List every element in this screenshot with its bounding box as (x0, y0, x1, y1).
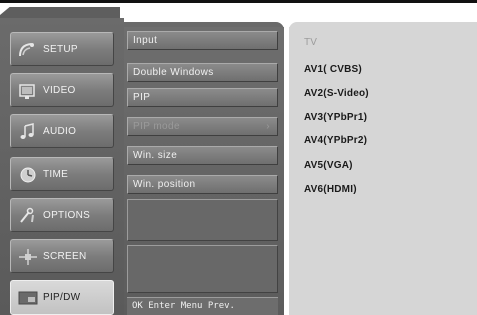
menu-item-label: Double Windows (133, 67, 214, 78)
tab-screen[interactable]: SCREEN (10, 239, 114, 273)
option-av1[interactable]: AV1( CVBS) (304, 64, 362, 75)
tab-label: VIDEO (43, 85, 76, 96)
menu-item-double-windows[interactable]: Double Windows (127, 63, 278, 82)
satellite-dish-icon (17, 40, 39, 60)
option-av5[interactable]: AV5(VGA) (304, 160, 353, 171)
menu-item-pip-mode[interactable]: PIP mode › (127, 117, 278, 136)
menu-item-pip[interactable]: PIP (127, 88, 278, 107)
chevron-right-icon: › (266, 121, 270, 132)
menu-item-label: PIP (133, 92, 151, 103)
tab-pip-dw[interactable]: PIP/DW (10, 280, 114, 315)
pip-icon (17, 288, 39, 308)
menu-item-label: Win. position (133, 179, 196, 190)
menu-item-label: Input (133, 35, 158, 46)
osd-menu: SETUP VIDEO AUDIO TIME OPTIONS SCREEN PI… (0, 0, 477, 315)
menu-item-input[interactable]: Input (127, 31, 278, 50)
menu-item-win-position[interactable]: Win. position (127, 175, 278, 194)
tab-options[interactable]: OPTIONS (10, 198, 114, 232)
menu-item-label: Win. size (133, 150, 178, 161)
option-av4[interactable]: AV4(YPbPr2) (304, 135, 367, 146)
tools-icon (17, 206, 39, 226)
tab-label: AUDIO (43, 126, 77, 137)
option-av2[interactable]: AV2(S-Video) (304, 88, 369, 99)
menu-footer-hint: OK Enter Menu Prev. (127, 297, 278, 315)
tab-label: SCREEN (43, 251, 87, 262)
menu-empty-slot (127, 199, 278, 241)
tab-label: TIME (43, 169, 69, 180)
music-note-icon (17, 122, 39, 142)
menu-item-label: PIP mode (133, 121, 180, 132)
clock-icon (17, 165, 39, 185)
tab-audio[interactable]: AUDIO (10, 114, 114, 148)
tab-setup[interactable]: SETUP (10, 32, 114, 66)
tab-time[interactable]: TIME (10, 157, 114, 191)
tab-video[interactable]: VIDEO (10, 73, 114, 107)
option-av3[interactable]: AV3(YPbPr1) (304, 112, 367, 123)
top-border (0, 0, 477, 3)
menu-item-win-size[interactable]: Win. size (127, 146, 278, 165)
tab-label: SETUP (43, 44, 78, 55)
menu-empty-slot (127, 245, 278, 293)
option-tv[interactable]: TV (304, 37, 317, 48)
tab-label: PIP/DW (43, 292, 81, 303)
option-av6[interactable]: AV6(HDMI) (304, 184, 357, 195)
screen-adjust-icon (17, 247, 39, 267)
tv-icon (17, 81, 39, 101)
tab-label: OPTIONS (43, 210, 91, 221)
